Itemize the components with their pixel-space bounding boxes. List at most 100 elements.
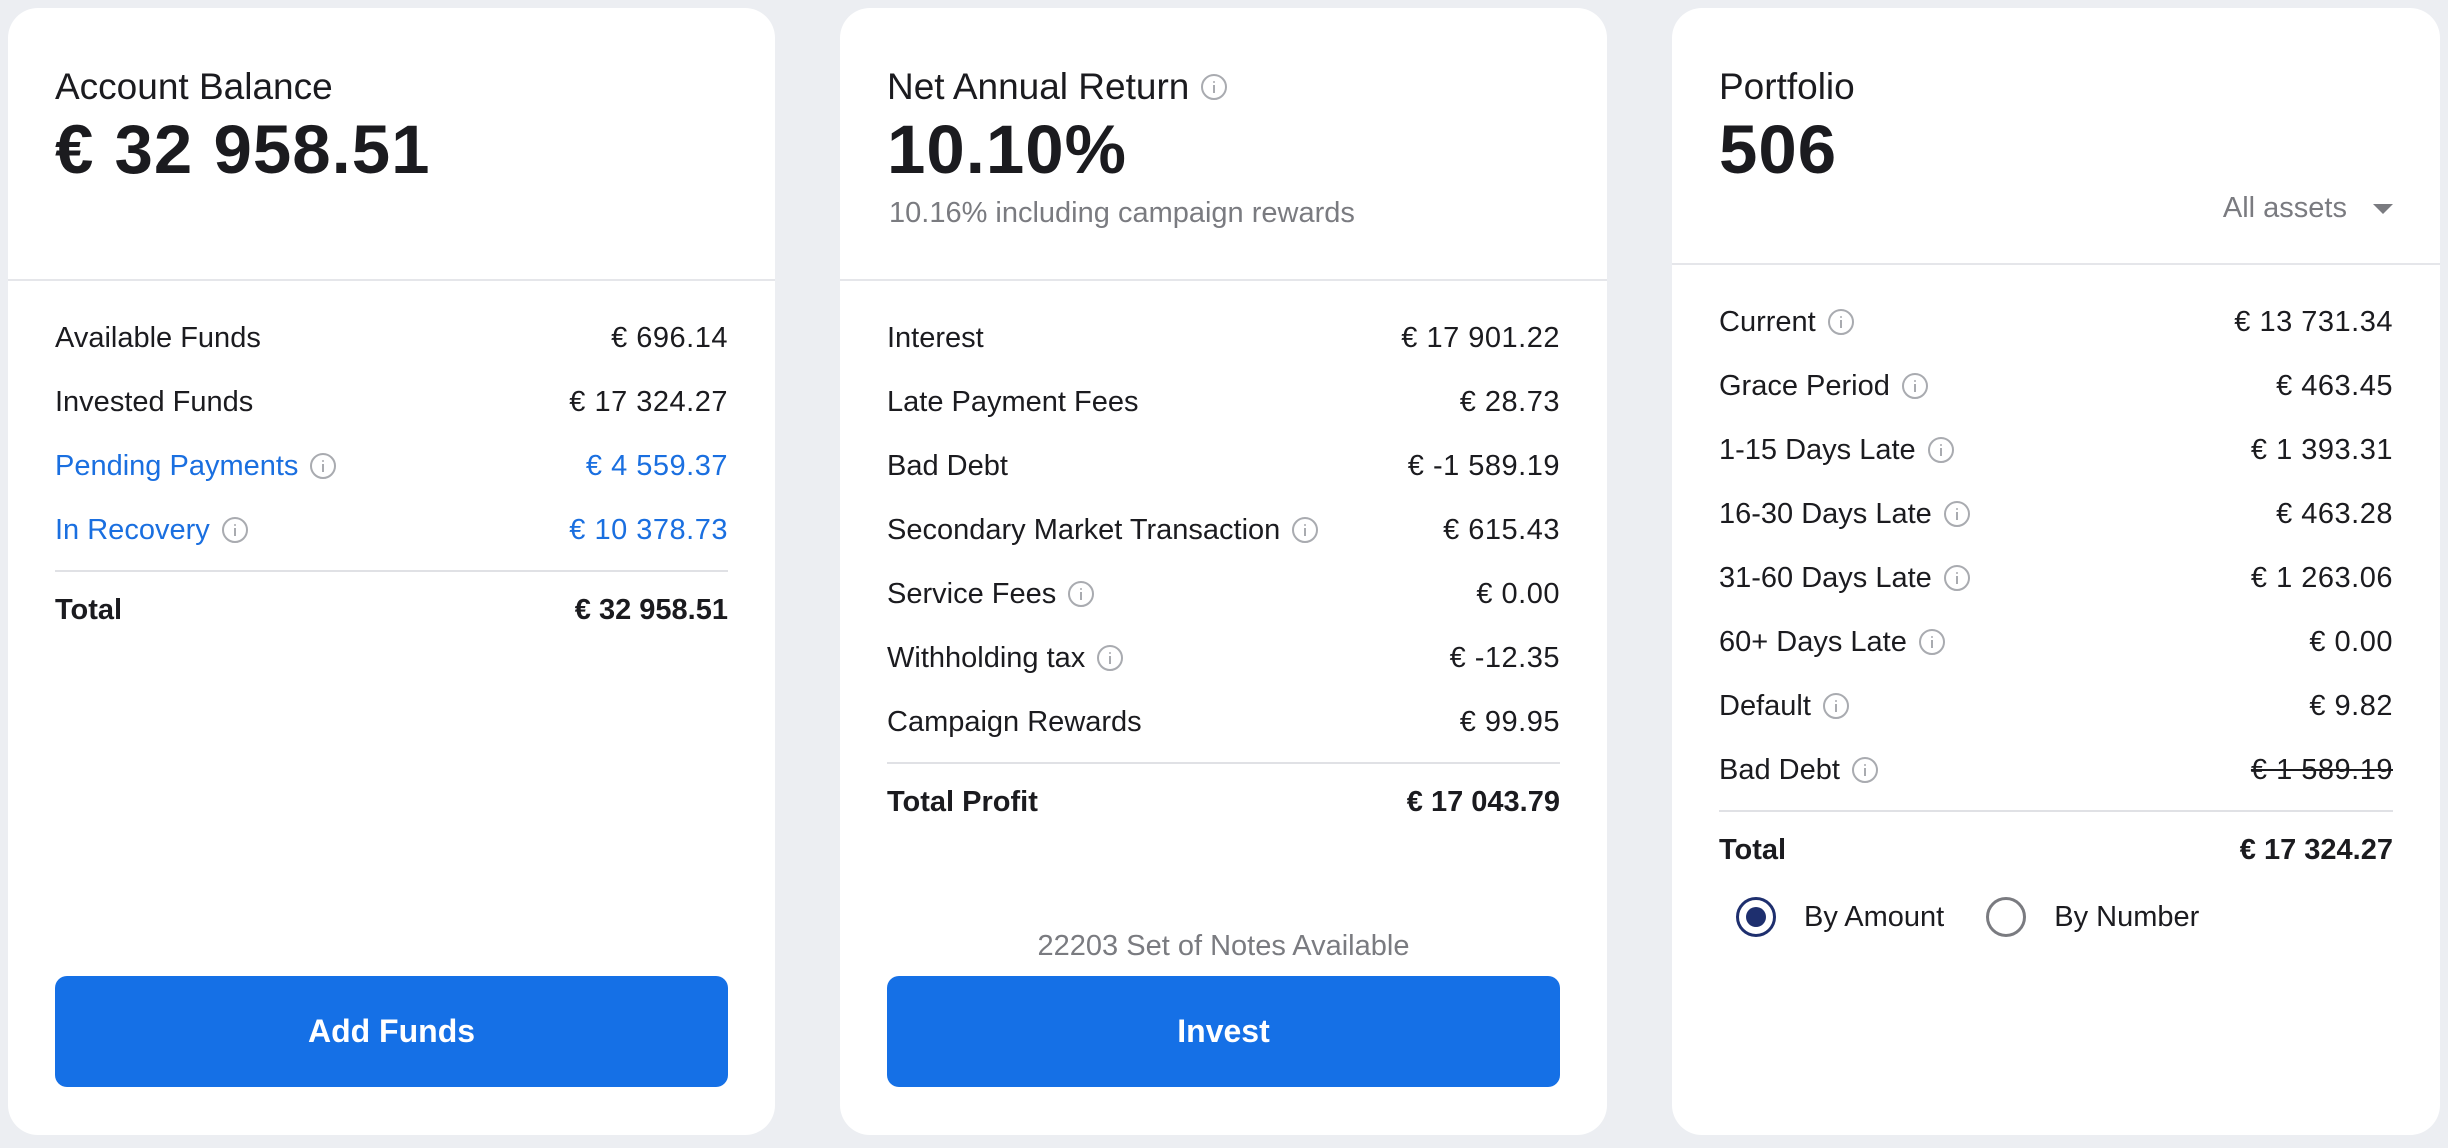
row-withholding-tax: Withholding tax € -12.35 bbox=[887, 626, 1560, 690]
add-funds-button[interactable]: Add Funds bbox=[55, 976, 728, 1087]
row-label-wrap: Secondary Market Transaction bbox=[887, 513, 1319, 547]
portfolio-value: 506 bbox=[1719, 111, 1838, 188]
row-label-wrap: 16-30 Days Late bbox=[1719, 498, 1970, 531]
row-service-fees: Service Fees € 0.00 bbox=[887, 562, 1560, 626]
row-secondary-market-transaction: Secondary Market Transaction € 615.43 bbox=[887, 498, 1560, 562]
row-60-plus-days-late: 60+ Days Late € 0.00 bbox=[1719, 610, 2393, 674]
info-icon[interactable] bbox=[1097, 645, 1124, 671]
row-label: Current bbox=[1719, 305, 1816, 338]
row-label: Withholding tax bbox=[887, 641, 1086, 674]
row-pending-payments[interactable]: Pending Payments € 4 559.37 bbox=[55, 434, 728, 498]
row-1-15-days-late: 1-15 Days Late € 1 393.31 bbox=[1719, 418, 2393, 482]
row-late-payment-fees: Late Payment Fees € 28.73 bbox=[887, 370, 1560, 434]
net-annual-return-title-wrap: Net Annual Return bbox=[887, 60, 1228, 114]
radio-unchecked-icon[interactable] bbox=[1986, 897, 2027, 937]
in-recovery-link[interactable]: In Recovery bbox=[55, 514, 210, 547]
row-label: Bad Debt bbox=[1719, 753, 1840, 786]
row-amount: € 696.14 bbox=[611, 321, 728, 354]
row-label-wrap: Current bbox=[1719, 306, 1854, 339]
row-amount: € -12.35 bbox=[1449, 641, 1560, 674]
row-amount: € 0.00 bbox=[1476, 577, 1560, 610]
row-amount-struck: € 1 589.19 bbox=[2250, 753, 2393, 786]
radio-by-amount[interactable]: By Amount bbox=[1736, 897, 1944, 937]
view-mode-radio-group: By Amount By Number bbox=[1736, 897, 2241, 937]
asset-filter-dropdown[interactable]: All assets bbox=[2223, 192, 2393, 225]
row-current: Current € 13 731.34 bbox=[1719, 290, 2393, 354]
radio-by-number[interactable]: By Number bbox=[1986, 897, 2199, 937]
row-grace-period: Grace Period € 463.45 bbox=[1719, 354, 2393, 418]
total-label: Total bbox=[1719, 833, 1787, 866]
radio-checked-icon[interactable] bbox=[1736, 897, 1776, 937]
info-icon[interactable] bbox=[1901, 373, 1928, 399]
total-amount: € 17 324.27 bbox=[2239, 833, 2393, 866]
info-icon[interactable] bbox=[1851, 757, 1878, 783]
info-icon[interactable] bbox=[1927, 437, 1954, 463]
net-annual-return-value: 10.10% bbox=[887, 111, 1128, 188]
row-label-wrap: 31-60 Days Late bbox=[1719, 562, 1970, 595]
info-icon[interactable] bbox=[1201, 74, 1228, 100]
row-label-wrap: In Recovery bbox=[55, 514, 248, 547]
row-campaign-rewards: Campaign Rewards € 99.95 bbox=[887, 690, 1560, 754]
info-icon[interactable] bbox=[221, 517, 248, 543]
total-amount: € 17 043.79 bbox=[1406, 785, 1560, 818]
row-label-wrap: Pending Payments bbox=[55, 450, 337, 483]
row-label-wrap: Default bbox=[1719, 690, 1849, 723]
row-available-funds: Available Funds € 696.14 bbox=[55, 306, 728, 370]
net-annual-return-title: Net Annual Return bbox=[887, 66, 1190, 107]
row-amount: € 1 263.06 bbox=[2250, 561, 2393, 594]
notes-available-text: 22203 Set of Notes Available bbox=[1037, 930, 1410, 962]
row-amount: € 1 393.31 bbox=[2250, 433, 2393, 466]
row-amount: € 615.43 bbox=[1443, 513, 1560, 546]
account-balance-rows: Available Funds € 696.14 Invested Funds … bbox=[55, 306, 728, 648]
divider bbox=[1672, 263, 2440, 265]
row-label-wrap: Service Fees bbox=[887, 577, 1095, 611]
row-amount: € 99.95 bbox=[1459, 705, 1560, 738]
info-icon[interactable] bbox=[1827, 309, 1854, 335]
row-label: 31-60 Days Late bbox=[1719, 561, 1932, 594]
row-label-wrap: 60+ Days Late bbox=[1719, 626, 1945, 659]
total-label: Total Profit bbox=[887, 785, 1038, 818]
invest-button[interactable]: Invest bbox=[887, 976, 1560, 1087]
divider bbox=[840, 279, 1607, 281]
row-label: Late Payment Fees bbox=[887, 385, 1139, 418]
info-icon[interactable] bbox=[1918, 629, 1945, 655]
row-amount: € 0.00 bbox=[2309, 625, 2393, 658]
info-icon[interactable] bbox=[310, 453, 337, 479]
row-amount: € 17 901.22 bbox=[1401, 321, 1560, 354]
row-label: 1-15 Days Late bbox=[1719, 433, 1916, 466]
total-row: Total € 32 958.51 bbox=[55, 572, 728, 648]
radio-label: By Amount bbox=[1804, 900, 1945, 933]
row-31-60-days-late: 31-60 Days Late € 1 263.06 bbox=[1719, 546, 2393, 610]
row-label: 16-30 Days Late bbox=[1719, 497, 1932, 530]
row-label: Secondary Market Transaction bbox=[887, 513, 1281, 546]
in-recovery-amount[interactable]: € 10 378.73 bbox=[569, 514, 728, 547]
total-label: Total bbox=[55, 593, 123, 626]
row-amount: € -1 589.19 bbox=[1407, 449, 1560, 482]
info-icon[interactable] bbox=[1068, 581, 1095, 607]
caret-down-icon bbox=[2373, 203, 2393, 214]
row-amount: € 9.82 bbox=[2309, 689, 2393, 722]
row-amount: € 13 731.34 bbox=[2234, 305, 2393, 338]
row-label: 60+ Days Late bbox=[1719, 625, 1907, 658]
row-amount: € 463.28 bbox=[2276, 497, 2393, 530]
portfolio-title: Portfolio bbox=[1719, 66, 1855, 107]
info-icon[interactable] bbox=[1292, 517, 1319, 543]
pending-payments-amount[interactable]: € 4 559.37 bbox=[586, 450, 728, 483]
row-bad-debt: Bad Debt € 1 589.19 bbox=[1719, 738, 2393, 802]
pending-payments-link[interactable]: Pending Payments bbox=[55, 450, 298, 483]
info-icon[interactable] bbox=[1822, 693, 1849, 719]
info-icon[interactable] bbox=[1943, 565, 1970, 591]
info-icon[interactable] bbox=[1943, 501, 1970, 527]
row-amount: € 17 324.27 bbox=[569, 385, 728, 418]
row-interest: Interest € 17 901.22 bbox=[887, 306, 1560, 370]
row-in-recovery[interactable]: In Recovery € 10 378.73 bbox=[55, 498, 728, 562]
row-label: Available Funds bbox=[55, 321, 261, 354]
row-label: Invested Funds bbox=[55, 385, 254, 418]
row-label: Bad Debt bbox=[887, 449, 1008, 482]
portfolio-rows: Current € 13 731.34 Grace Period € 463.4… bbox=[1719, 290, 2393, 888]
net-annual-return-subtitle: 10.16% including campaign rewards bbox=[889, 197, 1355, 229]
row-label: Service Fees bbox=[887, 577, 1057, 610]
row-label-wrap: 1-15 Days Late bbox=[1719, 434, 1954, 467]
row-16-30-days-late: 16-30 Days Late € 463.28 bbox=[1719, 482, 2393, 546]
asset-filter-value: All assets bbox=[2222, 192, 2347, 224]
